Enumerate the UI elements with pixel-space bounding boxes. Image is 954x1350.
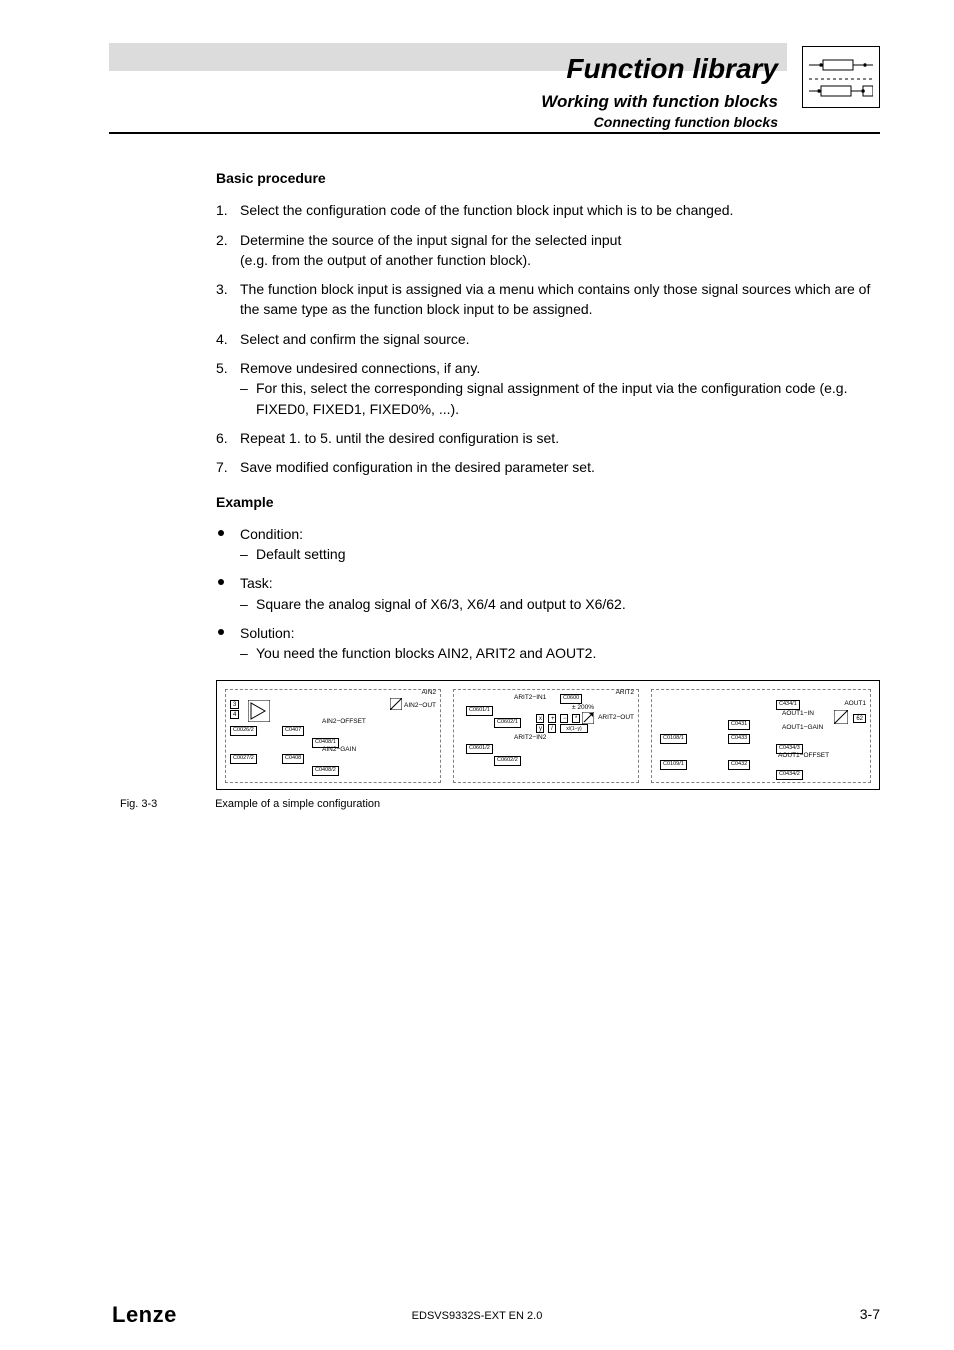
ain2-name: AIN2 — [422, 689, 436, 696]
doc-code: EDSVS9332S-EXT EN 2.0 — [0, 1310, 954, 1322]
arit2-out-icon — [582, 712, 594, 724]
example-task-sub: Square the analog signal of X6/3, X6/4 a… — [240, 594, 880, 614]
arit2-x: x — [536, 714, 544, 723]
arit2-name: ARIT2 — [616, 689, 634, 696]
ain2-c0408: C0408 — [282, 754, 304, 764]
ain2-c0407: C0407 — [282, 726, 304, 736]
step-7: 7. Save modified configuration in the de… — [216, 457, 880, 477]
ain2-c0408-2: C0408/2 — [312, 766, 339, 776]
aout1-c0431: C0431 — [728, 720, 750, 730]
ain2-pin4: 4 — [230, 710, 239, 719]
ain2-amp-icon — [248, 700, 270, 722]
ain2-c0026: C0026/2 — [230, 726, 257, 736]
page-number: 3-7 — [860, 1306, 880, 1322]
page-subtitle: Working with function blocks — [541, 92, 778, 112]
figure-caption: Fig. 3-3 Example of a simple configurati… — [120, 798, 380, 810]
page-title-block: Function library Working with function b… — [541, 52, 778, 130]
step-3: 3. The function block input is assigned … — [216, 279, 880, 320]
arit2-c0602-1: C0602/1 — [494, 718, 521, 728]
ain2-offset: AIN2−OFFSET — [322, 718, 366, 725]
arit2-c0602-2: C0602/2 — [494, 756, 521, 766]
page-subsubtitle: Connecting function blocks — [541, 114, 778, 130]
example-list: Condition: Default setting Task: Square … — [216, 524, 880, 664]
header-icon — [802, 46, 880, 108]
step-2: 2. Determine the source of the input sig… — [216, 230, 880, 271]
step-4: 4. Select and confirm the signal source. — [216, 329, 880, 349]
procedure-list: 1. Select the configuration code of the … — [216, 200, 880, 477]
aout1-pin62: 62 — [853, 714, 866, 723]
block-arit2: ARIT2−IN1 C0600 ARIT2 ± 200% C0601/1 C06… — [453, 689, 639, 783]
ain2-c0027: C0027/2 — [230, 754, 257, 764]
figure-number: Fig. 3-3 — [120, 798, 212, 810]
arit2-in1: ARIT2−IN1 — [514, 694, 546, 701]
example-condition: Condition: Default setting — [216, 524, 880, 565]
aout1-c0434-2: C0434/2 — [776, 770, 803, 780]
arit2-plus: + — [548, 714, 556, 723]
arit2-frac: x/(1−y) — [560, 724, 588, 733]
example-solution-sub: You need the function blocks AIN2, ARIT2… — [240, 643, 880, 663]
arit2-in2: ARIT2−IN2 — [514, 734, 546, 741]
ain2-sum-icon — [390, 698, 402, 710]
basic-procedure-heading: Basic procedure — [216, 168, 880, 188]
step-1: 1. Select the configuration code of the … — [216, 200, 880, 220]
arit2-minus: − — [560, 714, 568, 723]
block-ain2: AIN2 3 4 AIN2−OUT AIN2−OFFSET C0026/2 C0… — [225, 689, 441, 783]
aout1-gain: AOUT1−GAIN — [782, 724, 823, 731]
arit2-out: ARIT2−OUT — [598, 714, 634, 721]
aout1-c0109-1: C0109/1 — [660, 760, 687, 770]
aout1-c434-1: C434/1 — [776, 700, 800, 710]
arit2-c0601-2: C0601/2 — [466, 744, 493, 754]
aout1-c0108-1: C0108/1 — [660, 734, 687, 744]
header-divider — [109, 132, 880, 134]
arit2-y: y — [536, 724, 544, 733]
example-heading: Example — [216, 492, 880, 512]
aout1-in: AOUT1−IN — [782, 710, 814, 717]
step-5: 5. Remove undesired connections, if any.… — [216, 358, 880, 419]
example-condition-sub: Default setting — [240, 544, 880, 564]
ain2-out: AIN2−OUT — [404, 702, 436, 709]
arit2-mul: * — [572, 714, 580, 723]
arit2-c0601-1: C0601/1 — [466, 706, 493, 716]
example-solution: Solution: You need the function blocks A… — [216, 623, 880, 664]
arit2-range: ± 200% — [572, 704, 594, 711]
configuration-diagram: AIN2 3 4 AIN2−OUT AIN2−OFFSET C0026/2 C0… — [216, 680, 880, 790]
aout1-c0432: C0432 — [728, 760, 750, 770]
example-task: Task: Square the analog signal of X6/3, … — [216, 573, 880, 614]
step-6: 6. Repeat 1. to 5. until the desired con… — [216, 428, 880, 448]
block-aout1: AOUT1 C434/1 AOUT1−IN 62 C0431 AOUT1−GAI… — [651, 689, 871, 783]
step-5-sub: For this, select the corresponding signa… — [240, 378, 880, 419]
arit2-c0600: C0600 — [560, 694, 582, 704]
figure-caption-text: Example of a simple configuration — [215, 798, 380, 810]
main-content: Basic procedure 1. Select the configurat… — [216, 168, 880, 678]
aout1-c0433: C0433 — [728, 734, 750, 744]
arit2-div: / — [548, 724, 556, 733]
ain2-gain: AIN2−GAIN — [322, 746, 356, 753]
aout1-sum-icon — [834, 710, 848, 724]
aout1-name: AOUT1 — [844, 700, 866, 707]
ain2-pin3: 3 — [230, 700, 239, 709]
aout1-offset: AOUT1−OFFSET — [778, 752, 829, 759]
page-title: Function library — [541, 52, 778, 86]
